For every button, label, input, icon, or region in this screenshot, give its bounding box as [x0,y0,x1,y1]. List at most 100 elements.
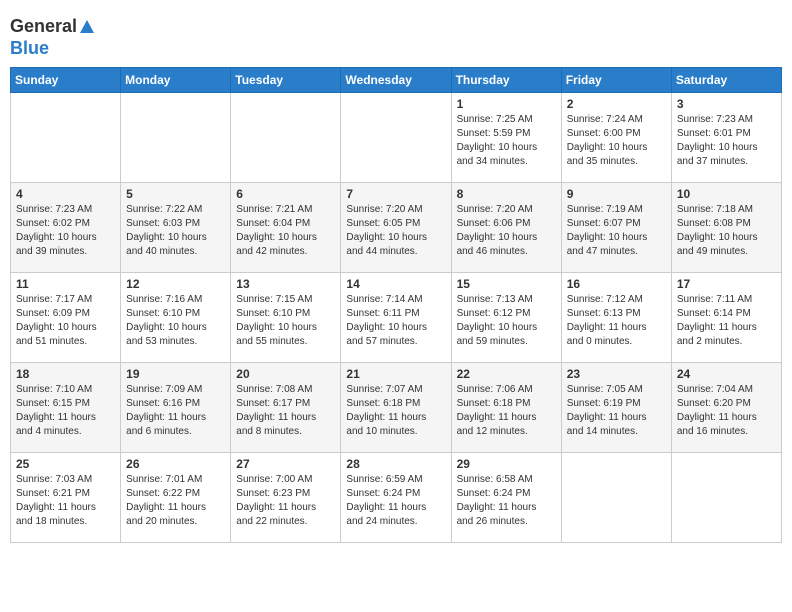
calendar-cell: 29 Sunrise: 6:58 AM Sunset: 6:24 PM Dayli… [451,453,561,543]
calendar-cell [561,453,671,543]
day-number: 10 [677,187,776,201]
calendar-cell [121,93,231,183]
day-number: 23 [567,367,666,381]
day-info: Sunrise: 7:07 AM Sunset: 6:18 PM Dayligh… [346,383,445,439]
calendar-week-row: 1 Sunrise: 7:25 AM Sunset: 5:59 PM Daylig… [11,93,782,183]
day-info: Sunrise: 7:14 AM Sunset: 6:11 PM Dayligh… [346,293,445,349]
calendar-cell: 9Sunrise: 7:19 AM Sunset: 6:07 PM Daylig… [561,183,671,273]
day-number: 22 [457,367,556,381]
day-number: 15 [457,277,556,291]
calendar-cell: 15 Sunrise: 7:13 AM Sunset: 6:12 PM Dayli… [451,273,561,363]
day-number: 16 [567,277,666,291]
day-info: Sunrise: 7:20 AM Sunset: 6:05 PM Dayligh… [346,203,445,259]
calendar-cell: 3 Sunrise: 7:23 AM Sunset: 6:01 PM Daylig… [671,93,781,183]
calendar-cell: 8 Sunrise: 7:20 AM Sunset: 6:06 PM Daylig… [451,183,561,273]
day-info: Sunrise: 7:01 AM Sunset: 6:22 PM Dayligh… [126,473,225,529]
calendar-cell: 2 Sunrise: 7:24 AM Sunset: 6:00 PM Daylig… [561,93,671,183]
day-number: 24 [677,367,776,381]
calendar-cell [341,93,451,183]
day-info: Sunrise: 7:24 AM Sunset: 6:00 PM Dayligh… [567,113,666,169]
day-info: Sunrise: 6:59 AM Sunset: 6:24 PM Dayligh… [346,473,445,529]
day-number: 19 [126,367,225,381]
day-info: Sunrise: 7:22 AM Sunset: 6:03 PM Dayligh… [126,203,225,259]
calendar-cell: 11 Sunrise: 7:17 AM Sunset: 6:09 PM Dayli… [11,273,121,363]
day-number: 6 [236,187,335,201]
day-number: 4 [16,187,115,201]
day-number: 11 [16,277,115,291]
day-number: 12 [126,277,225,291]
day-number: 28 [346,457,445,471]
calendar-header-row: SundayMondayTuesdayWednesdayThursdayFrid… [11,68,782,93]
calendar-cell: 14 Sunrise: 7:14 AM Sunset: 6:11 PM Dayli… [341,273,451,363]
calendar-cell [231,93,341,183]
day-info: Sunrise: 7:17 AM Sunset: 6:09 PM Dayligh… [16,293,115,349]
calendar-table: SundayMondayTuesdayWednesdayThursdayFrid… [10,67,782,543]
calendar-week-row: 11 Sunrise: 7:17 AM Sunset: 6:09 PM Dayli… [11,273,782,363]
weekday-header-sunday: Sunday [11,68,121,93]
day-info: Sunrise: 7:20 AM Sunset: 6:06 PM Dayligh… [457,203,556,259]
weekday-header-saturday: Saturday [671,68,781,93]
day-number: 20 [236,367,335,381]
day-number: 25 [16,457,115,471]
day-info: Sunrise: 7:00 AM Sunset: 6:23 PM Dayligh… [236,473,335,529]
day-info: Sunrise: 7:23 AM Sunset: 6:01 PM Dayligh… [677,113,776,169]
day-info: Sunrise: 7:11 AM Sunset: 6:14 PM Dayligh… [677,293,776,349]
day-info: Sunrise: 7:06 AM Sunset: 6:18 PM Dayligh… [457,383,556,439]
calendar-cell: 23Sunrise: 7:05 AM Sunset: 6:19 PM Dayli… [561,363,671,453]
calendar-cell: 17 Sunrise: 7:11 AM Sunset: 6:14 PM Dayli… [671,273,781,363]
calendar-cell: 4 Sunrise: 7:23 AM Sunset: 6:02 PM Daylig… [11,183,121,273]
calendar-cell [11,93,121,183]
day-number: 26 [126,457,225,471]
day-info: Sunrise: 7:08 AM Sunset: 6:17 PM Dayligh… [236,383,335,439]
calendar-cell: 22 Sunrise: 7:06 AM Sunset: 6:18 PM Dayli… [451,363,561,453]
calendar-week-row: 18Sunrise: 7:10 AM Sunset: 6:15 PM Dayli… [11,363,782,453]
calendar-cell: 21Sunrise: 7:07 AM Sunset: 6:18 PM Dayli… [341,363,451,453]
day-info: Sunrise: 7:25 AM Sunset: 5:59 PM Dayligh… [457,113,556,169]
day-number: 1 [457,97,556,111]
day-number: 7 [346,187,445,201]
weekday-header-friday: Friday [561,68,671,93]
day-number: 29 [457,457,556,471]
calendar-cell: 7 Sunrise: 7:20 AM Sunset: 6:05 PM Daylig… [341,183,451,273]
weekday-header-thursday: Thursday [451,68,561,93]
calendar-cell: 26 Sunrise: 7:01 AM Sunset: 6:22 PM Dayli… [121,453,231,543]
calendar-cell: 1 Sunrise: 7:25 AM Sunset: 5:59 PM Daylig… [451,93,561,183]
calendar-cell: 10Sunrise: 7:18 AM Sunset: 6:08 PM Dayli… [671,183,781,273]
day-info: Sunrise: 7:13 AM Sunset: 6:12 PM Dayligh… [457,293,556,349]
day-info: Sunrise: 6:58 AM Sunset: 6:24 PM Dayligh… [457,473,556,529]
calendar-cell: 24 Sunrise: 7:04 AM Sunset: 6:20 PM Dayli… [671,363,781,453]
calendar-week-row: 25 Sunrise: 7:03 AM Sunset: 6:21 PM Dayli… [11,453,782,543]
day-number: 18 [16,367,115,381]
day-number: 27 [236,457,335,471]
calendar-cell [671,453,781,543]
calendar-cell: 18Sunrise: 7:10 AM Sunset: 6:15 PM Dayli… [11,363,121,453]
calendar-cell: 12Sunrise: 7:16 AM Sunset: 6:10 PM Dayli… [121,273,231,363]
day-number: 14 [346,277,445,291]
calendar-week-row: 4 Sunrise: 7:23 AM Sunset: 6:02 PM Daylig… [11,183,782,273]
day-number: 3 [677,97,776,111]
weekday-header-tuesday: Tuesday [231,68,341,93]
logo-blue: Blue [10,38,95,60]
calendar-cell: 5 Sunrise: 7:22 AM Sunset: 6:03 PM Daylig… [121,183,231,273]
day-number: 2 [567,97,666,111]
weekday-header-wednesday: Wednesday [341,68,451,93]
calendar-cell: 27 Sunrise: 7:00 AM Sunset: 6:23 PM Dayli… [231,453,341,543]
day-info: Sunrise: 7:03 AM Sunset: 6:21 PM Dayligh… [16,473,115,529]
logo-general: General [10,16,95,38]
calendar-cell: 16 Sunrise: 7:12 AM Sunset: 6:13 PM Dayli… [561,273,671,363]
day-number: 5 [126,187,225,201]
logo: General Blue [10,10,95,59]
calendar-cell: 28 Sunrise: 6:59 AM Sunset: 6:24 PM Dayli… [341,453,451,543]
day-info: Sunrise: 7:19 AM Sunset: 6:07 PM Dayligh… [567,203,666,259]
day-number: 17 [677,277,776,291]
day-info: Sunrise: 7:09 AM Sunset: 6:16 PM Dayligh… [126,383,225,439]
day-info: Sunrise: 7:12 AM Sunset: 6:13 PM Dayligh… [567,293,666,349]
logo-triangle-icon [79,19,95,35]
weekday-header-monday: Monday [121,68,231,93]
day-number: 13 [236,277,335,291]
calendar-cell: 6Sunrise: 7:21 AM Sunset: 6:04 PM Daylig… [231,183,341,273]
calendar-cell: 25 Sunrise: 7:03 AM Sunset: 6:21 PM Dayli… [11,453,121,543]
day-info: Sunrise: 7:23 AM Sunset: 6:02 PM Dayligh… [16,203,115,259]
day-info: Sunrise: 7:04 AM Sunset: 6:20 PM Dayligh… [677,383,776,439]
day-number: 8 [457,187,556,201]
